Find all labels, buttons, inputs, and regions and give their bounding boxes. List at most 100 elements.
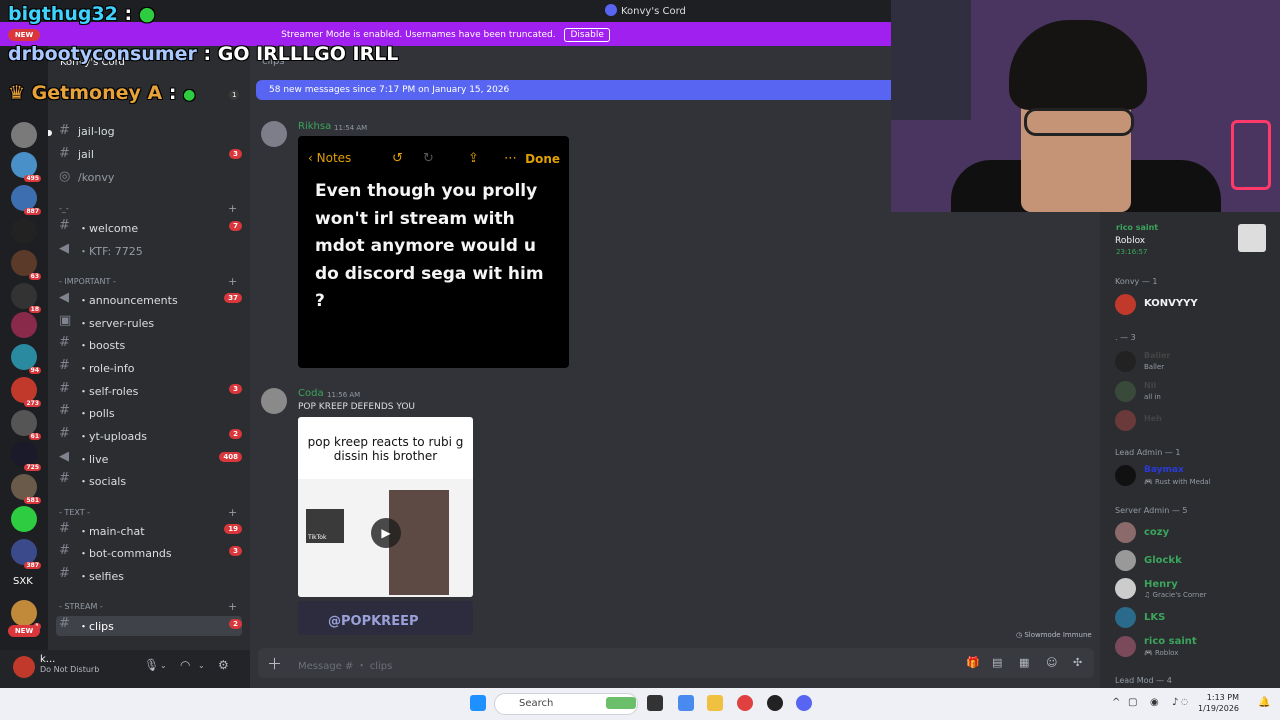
message-input[interactable]: Message # ・ clips	[298, 657, 392, 672]
notification-icon[interactable]: 🔔	[1258, 697, 1270, 708]
avatar[interactable]	[1115, 351, 1136, 372]
server-icon[interactable]: 581	[11, 474, 41, 504]
server-icon[interactable]: 1	[11, 600, 41, 630]
avatar[interactable]	[13, 656, 35, 678]
channel-boosts[interactable]: # ・boosts	[56, 335, 242, 355]
tray-icon[interactable]: ▢	[1128, 697, 1137, 708]
channel-clips[interactable]: # ・clips 2	[56, 616, 242, 636]
new-pill[interactable]: NEW	[8, 29, 40, 41]
channel-selfies[interactable]: # ・selfies	[56, 566, 242, 586]
gear-icon[interactable]: ⚙	[218, 658, 229, 672]
avatar[interactable]	[1115, 410, 1136, 431]
channel-socials[interactable]: # ・socials	[56, 471, 242, 491]
widget-icon[interactable]	[606, 697, 636, 709]
activity-card[interactable]: rico saint Roblox 23:16:57	[1106, 218, 1280, 264]
member-name[interactable]: Baymax	[1144, 465, 1184, 475]
copilot-icon[interactable]	[678, 695, 694, 711]
member-name[interactable]: Baller	[1144, 351, 1170, 360]
member-name[interactable]: KONVYYY	[1144, 298, 1198, 309]
category-stream[interactable]: - STREAM -	[59, 602, 103, 611]
gif-icon[interactable]: ▤	[992, 656, 1002, 669]
channel-konvy[interactable]: ◎ /konvy	[56, 169, 242, 189]
member-name[interactable]: Glockk	[1144, 555, 1182, 566]
avatar[interactable]	[1115, 578, 1136, 599]
channel-announcements[interactable]: ◀ ・announcements 37	[56, 290, 242, 310]
category-misc[interactable]: -_-	[59, 204, 69, 213]
file-explorer-icon[interactable]	[707, 695, 723, 711]
server-icon[interactable]: 725	[11, 441, 41, 471]
video-embed[interactable]: pop kreep reacts to rubi g dissin his br…	[298, 417, 473, 597]
play-icon[interactable]: ▶	[371, 518, 401, 548]
server-icon[interactable]	[11, 506, 37, 532]
server-sxk[interactable]: SXK	[13, 576, 33, 587]
avatar[interactable]	[1115, 522, 1136, 543]
microphone-icon[interactable]: ♪	[1172, 697, 1178, 708]
chevron-up-icon[interactable]: ^	[1112, 697, 1120, 708]
task-view-icon[interactable]	[647, 695, 663, 711]
discord-icon[interactable]	[796, 695, 812, 711]
chevron-down-icon[interactable]: ⌄	[198, 661, 205, 670]
avatar[interactable]	[1115, 607, 1136, 628]
chevron-down-icon[interactable]: ⌄	[160, 661, 167, 670]
sticker-icon[interactable]: ▦	[1019, 656, 1029, 669]
channel-main-chat[interactable]: # ・main-chat 19	[56, 521, 242, 541]
avatar[interactable]	[1115, 636, 1136, 657]
channel-jail[interactable]: # jail 3	[56, 146, 242, 166]
avatar[interactable]	[261, 121, 287, 147]
username[interactable]: k...	[40, 654, 55, 665]
apps-icon[interactable]: ✣	[1073, 656, 1082, 669]
add-channel-icon[interactable]: +	[228, 600, 237, 613]
channel-jail-log[interactable]: # jail-log	[48, 123, 242, 143]
channel-polls[interactable]: # ・polls	[56, 403, 242, 423]
avatar[interactable]	[1115, 381, 1136, 402]
member-name[interactable]: LKS	[1144, 612, 1165, 623]
server-icon[interactable]: 273	[11, 377, 41, 407]
channel-welcome[interactable]: # ・welcome 7	[56, 218, 242, 238]
server-icon[interactable]	[11, 218, 37, 244]
avatar[interactable]	[261, 388, 287, 414]
channel-yt-uploads[interactable]: # ・yt-uploads 2	[56, 426, 242, 446]
tray-icon[interactable]: ◉	[1150, 697, 1159, 708]
channel-server-rules[interactable]: ▣ ・server-rules	[56, 313, 242, 333]
channel-role-info[interactable]: # ・role-info	[56, 358, 242, 378]
category-text[interactable]: - TEXT -	[59, 508, 90, 517]
member-name[interactable]: Henry	[1144, 579, 1178, 590]
add-channel-icon[interactable]: +	[228, 202, 237, 215]
message-author[interactable]: Rikhsa	[298, 121, 331, 132]
server-icon[interactable]: 94	[11, 344, 41, 374]
chrome-icon[interactable]	[737, 695, 753, 711]
server-icon[interactable]: 18	[11, 283, 41, 313]
channel-live[interactable]: ◀ ・live 408	[56, 449, 242, 469]
server-icon[interactable]: 887	[11, 185, 41, 215]
server-icon[interactable]: 61	[11, 410, 41, 440]
gift-icon[interactable]: 🎁	[966, 656, 980, 669]
avatar[interactable]	[1115, 294, 1136, 315]
add-channel-icon[interactable]: +	[228, 506, 237, 519]
server-icon[interactable]	[11, 122, 37, 148]
video-embed[interactable]: @POPKREEP	[298, 601, 473, 635]
channel-ktf[interactable]: ◀ ・KTF: 7725	[56, 241, 242, 261]
disable-streamer-mode-button[interactable]: Disable	[564, 28, 610, 42]
emoji-icon[interactable]: ☺	[1046, 656, 1057, 669]
microphone-icon[interactable]: 🎙	[144, 658, 159, 672]
message-composer[interactable]: ＋ Message # ・ clips 🎁 ▤ ▦ ☺ ✣	[258, 648, 1094, 678]
member-name[interactable]: cozy	[1144, 527, 1169, 538]
channel-bot-commands[interactable]: # ・bot-commands 3	[56, 543, 242, 563]
add-channel-icon[interactable]: +	[228, 275, 237, 288]
category-important[interactable]: - IMPORTANT -	[59, 277, 116, 286]
taskbar-clock[interactable]: 1:13 PM 1/19/2026	[1198, 692, 1239, 714]
start-icon[interactable]	[470, 695, 486, 711]
server-icon[interactable]: 387	[11, 539, 41, 569]
notes-screenshot-image[interactable]: ‹ Notes ↺ ↻ ⇪ ⋯ Done Even though you pro…	[298, 136, 569, 368]
member-name[interactable]: Nil	[1144, 381, 1156, 390]
avatar[interactable]	[1115, 550, 1136, 571]
server-icon[interactable]: 495	[11, 152, 41, 182]
server-icon[interactable]	[11, 312, 37, 338]
wifi-icon[interactable]: ◌	[1181, 697, 1188, 706]
member-name[interactable]: rico saint	[1144, 636, 1197, 647]
new-messages-bar[interactable]: 58 new messages since 7:17 PM on January…	[256, 80, 891, 100]
server-icon[interactable]: 63	[11, 250, 41, 280]
obs-icon[interactable]	[767, 695, 783, 711]
channel-self-roles[interactable]: # ・self-roles 3	[56, 381, 242, 401]
new-pill[interactable]: NEW	[8, 625, 40, 637]
